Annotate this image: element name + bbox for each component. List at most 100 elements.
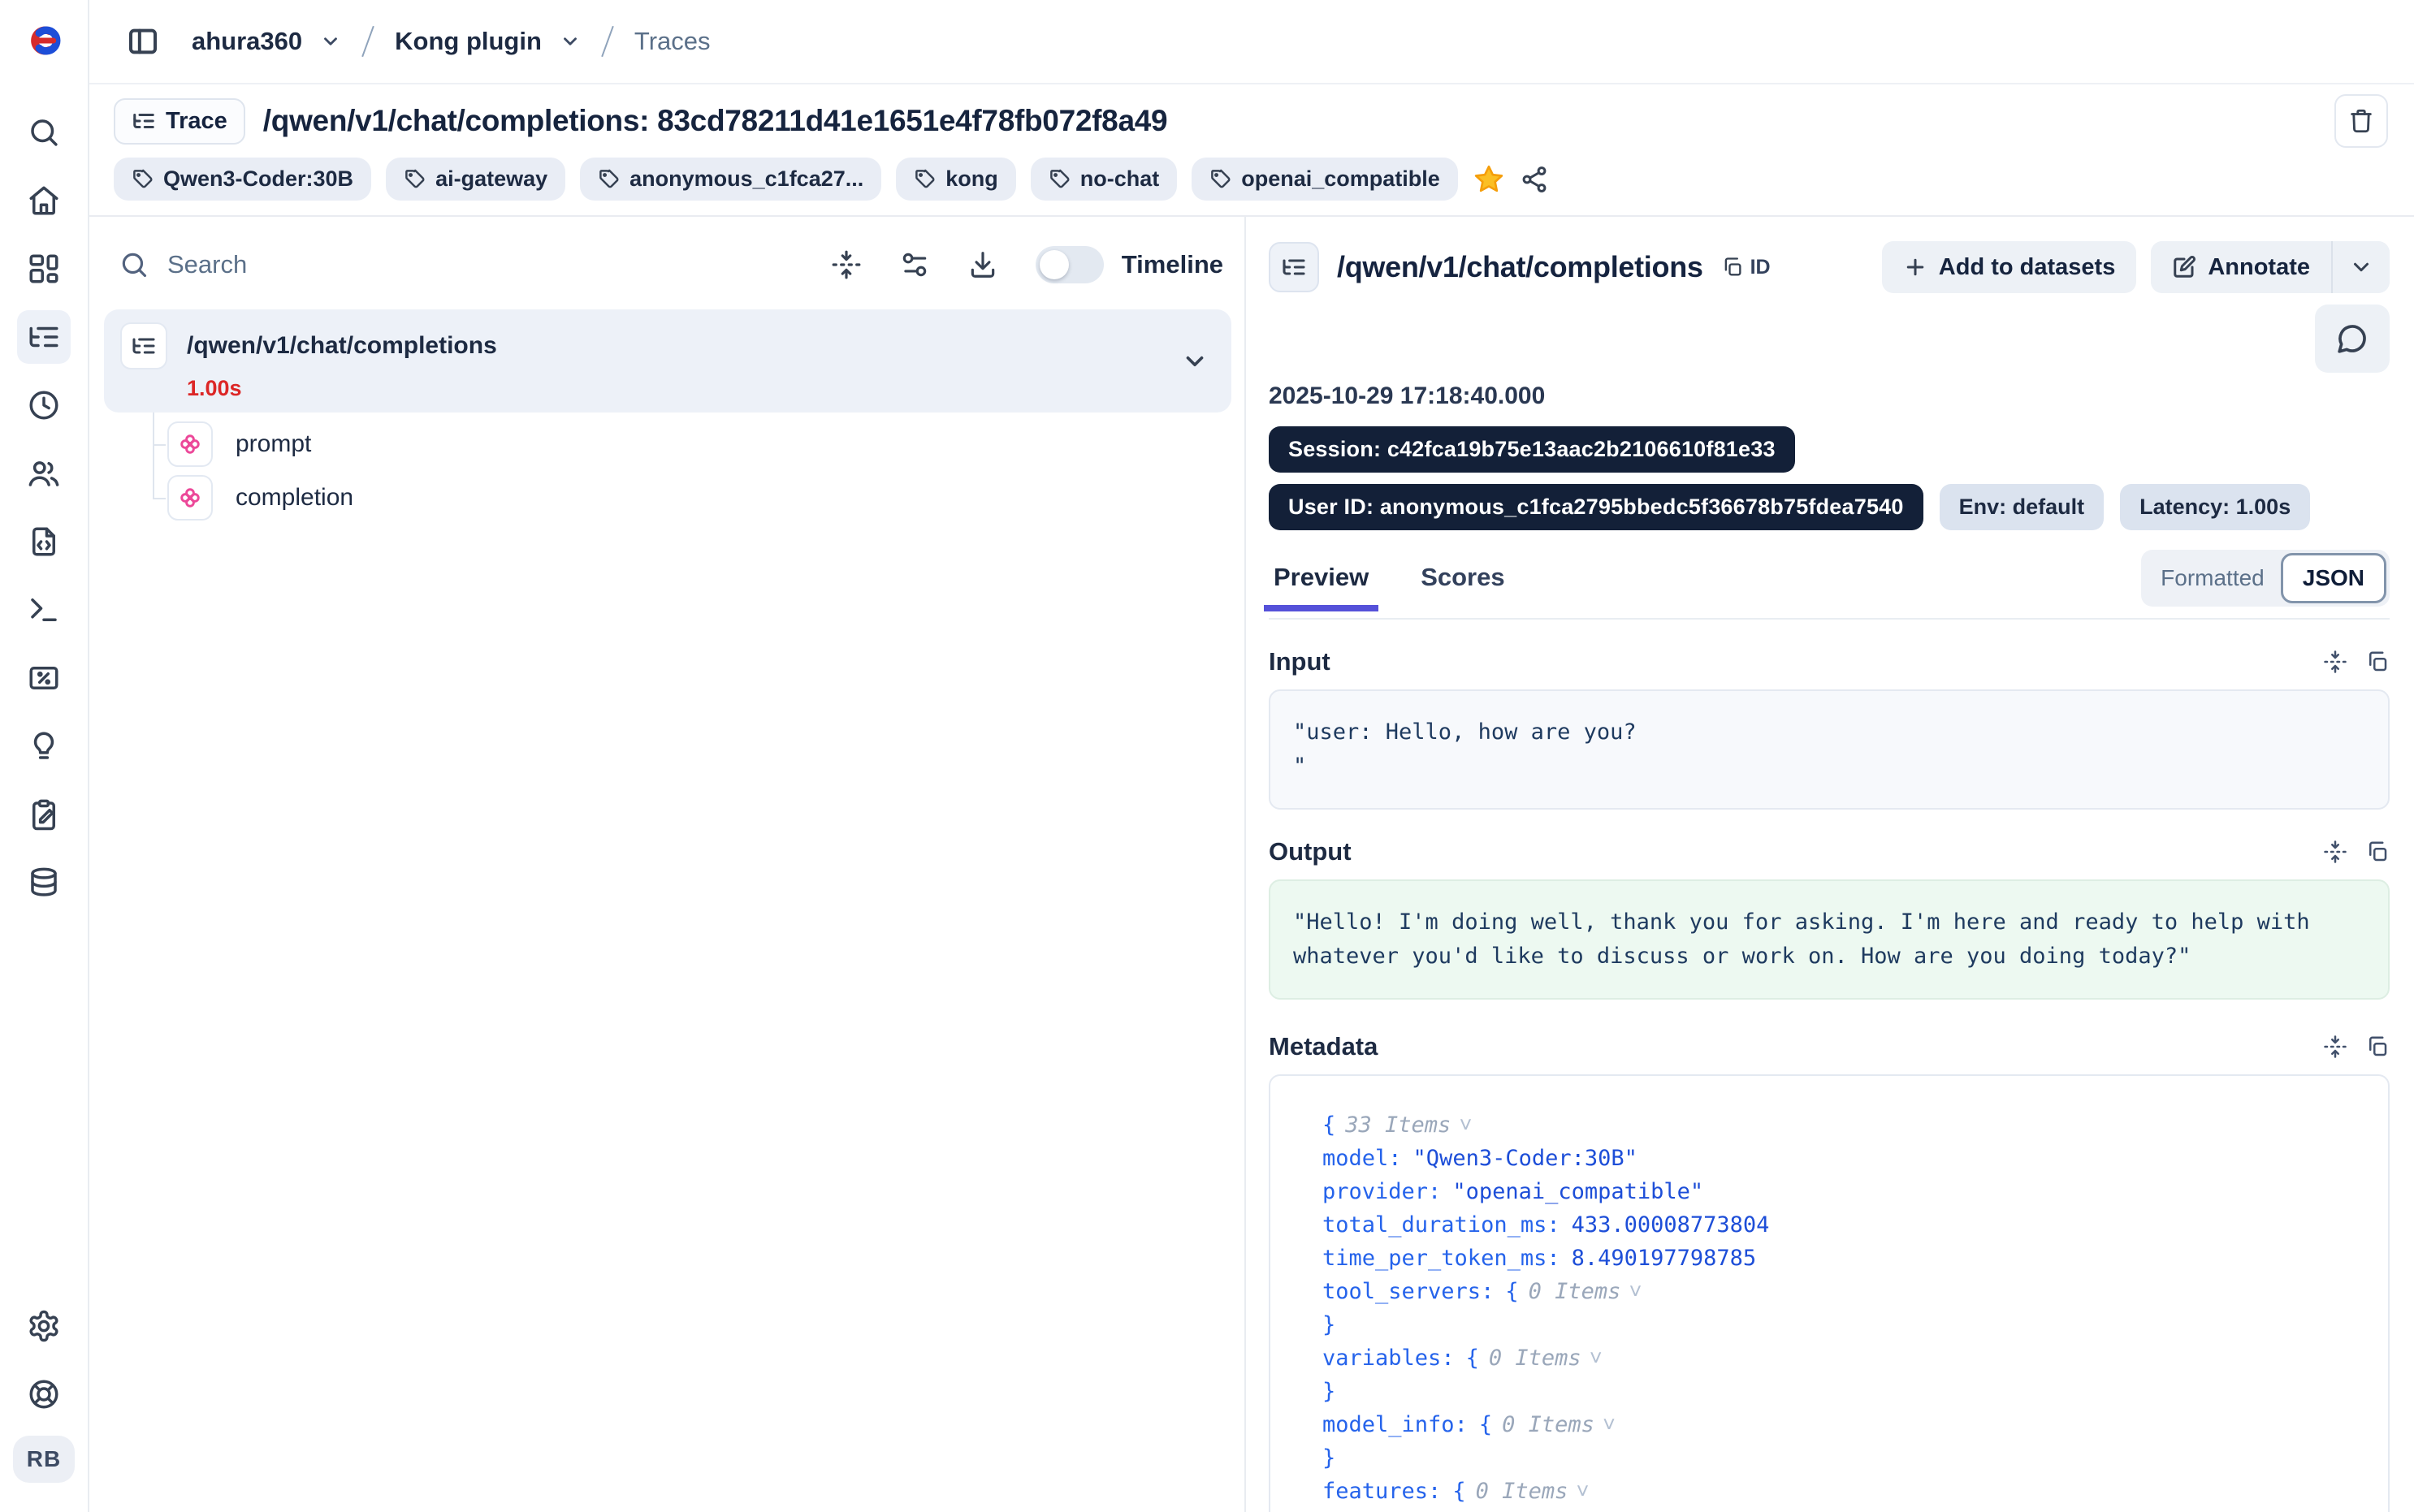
list-tree-icon <box>1281 254 1307 280</box>
trace-timestamp: 2025-10-29 17:18:40.000 <box>1269 382 2390 410</box>
latency-badge: Latency: 1.00s <box>2120 484 2310 530</box>
panel-left-icon <box>127 25 159 58</box>
copy-id-button[interactable]: ID <box>1721 256 1771 279</box>
annotate-button[interactable]: Annotate <box>2151 241 2331 293</box>
clipboard-pen-icon <box>27 797 61 832</box>
sidebar-item-settings[interactable] <box>17 1299 71 1353</box>
file-code-icon <box>27 525 61 559</box>
tab-scores[interactable]: Scores <box>1416 558 1509 610</box>
sidebar-item-scores[interactable] <box>17 651 71 705</box>
sidebar-item-insights[interactable] <box>17 719 71 773</box>
user-id-badge[interactable]: User ID: anonymous_c1fca2795bbedc5f36678… <box>1269 484 1923 530</box>
sidebar-item-playground[interactable] <box>17 583 71 637</box>
sidebar-item-dashboards[interactable] <box>17 242 71 296</box>
sidebar-item-prompts[interactable] <box>17 515 71 568</box>
output-section: Output "Hello! I'm doing well, thank you… <box>1269 837 2390 1000</box>
sliders-icon <box>899 249 930 280</box>
chevron-down-icon[interactable] <box>560 31 581 52</box>
metadata-line: {33 Items <box>1293 1108 2365 1142</box>
tree-settings-button[interactable] <box>899 249 930 280</box>
sidebar-item-datasets[interactable] <box>17 856 71 909</box>
event-clover-icon <box>177 431 203 457</box>
trace-tag[interactable]: ai-gateway <box>386 158 565 201</box>
tag-icon <box>1049 168 1071 190</box>
fold-vertical-icon <box>2323 650 2347 674</box>
metadata-line: features:{0 Items <box>1293 1475 2365 1508</box>
collapse-output-button[interactable] <box>2323 840 2347 864</box>
tree-search-input[interactable] <box>167 250 794 279</box>
share-button[interactable] <box>1520 165 1549 194</box>
fold-vertical-icon <box>2323 840 2347 864</box>
metadata-line: time_per_token_ms:8.490197798785 <box>1293 1242 2365 1275</box>
sidebar-item-tracing[interactable] <box>17 310 71 364</box>
database-icon <box>27 866 61 900</box>
collapse-node-button[interactable] <box>1181 348 1209 375</box>
trace-tag[interactable]: no-chat <box>1031 158 1178 201</box>
list-tree-icon <box>131 333 157 359</box>
tree-root-row[interactable]: /qwen/v1/chat/completions 1.00s <box>104 309 1231 413</box>
tree-root-label: /qwen/v1/chat/completions <box>187 332 497 360</box>
copy-input-button[interactable] <box>2365 650 2390 674</box>
breadcrumb-divider <box>361 26 374 57</box>
sidebar-item-users[interactable] <box>17 447 71 500</box>
sidebar-item-home[interactable] <box>17 174 71 227</box>
annotate-menu-button[interactable] <box>2331 241 2390 293</box>
collapse-all-button[interactable] <box>831 249 862 280</box>
trace-tag[interactable]: kong <box>896 158 1016 201</box>
timeline-toggle[interactable] <box>1036 246 1104 283</box>
trace-title: /qwen/v1/chat/completions: 83cd78211d41e… <box>263 104 1167 138</box>
trace-tag[interactable]: anonymous_c1fca27... <box>580 158 881 201</box>
add-to-datasets-button[interactable]: Add to datasets <box>1882 241 2137 293</box>
tag-icon <box>132 168 154 190</box>
copy-icon <box>1721 256 1744 279</box>
trace-tag[interactable]: openai_compatible <box>1192 158 1458 201</box>
format-formatted-option[interactable]: Formatted <box>2144 557 2281 599</box>
copy-metadata-button[interactable] <box>2365 1035 2390 1059</box>
sidebar-item-support[interactable] <box>17 1367 71 1421</box>
breadcrumb-project[interactable]: Kong plugin <box>395 27 542 56</box>
plus-icon <box>1903 255 1927 279</box>
timeline-label: Timeline <box>1122 250 1223 279</box>
tag-icon <box>404 168 426 190</box>
share-icon <box>1520 165 1549 194</box>
chevron-down-icon <box>1181 348 1209 375</box>
panel-toggle-button[interactable] <box>122 20 164 63</box>
sidebar-item-sessions[interactable] <box>17 378 71 432</box>
download-icon <box>967 249 998 280</box>
chevron-down-icon <box>2349 255 2373 279</box>
env-badge: Env: default <box>1940 484 2105 530</box>
terminal-icon <box>27 593 61 627</box>
tree-child-row[interactable]: prompt <box>104 417 1231 471</box>
breadcrumb-org[interactable]: ahura360 <box>192 27 302 56</box>
chevron-down-icon[interactable] <box>320 31 341 52</box>
copy-icon <box>2365 840 2390 864</box>
metadata-json-viewer[interactable]: {33 Items model:"Qwen3-Coder:30B" provid… <box>1269 1074 2390 1512</box>
format-json-option[interactable]: JSON <box>2281 553 2386 603</box>
copy-output-button[interactable] <box>2365 840 2390 864</box>
sidebar-item-search[interactable] <box>17 106 71 159</box>
metadata-heading: Metadata <box>1269 1032 1378 1061</box>
metadata-line: } <box>1293 1375 2365 1408</box>
delete-trace-button[interactable] <box>2334 94 2388 148</box>
sidebar-item-annotation[interactable] <box>17 788 71 841</box>
collapse-input-button[interactable] <box>2323 650 2347 674</box>
tree-child-row[interactable]: completion <box>104 471 1231 525</box>
dashboard-icon <box>27 252 61 286</box>
fold-vertical-icon <box>831 249 862 280</box>
collapse-metadata-button[interactable] <box>2323 1035 2347 1059</box>
trace-header: Trace /qwen/v1/chat/completions: 83cd782… <box>89 84 2414 217</box>
metadata-line: } <box>1293 1508 2365 1512</box>
metadata-line: tool_servers:{0 Items <box>1293 1275 2365 1308</box>
trace-tag[interactable]: Qwen3-Coder:30B <box>114 158 371 201</box>
trace-type-badge: Trace <box>114 98 245 145</box>
session-badge[interactable]: Session: c42fca19b75e13aac2b2106610f81e3… <box>1269 426 1795 473</box>
tree-root-duration: 1.00s <box>187 376 1210 401</box>
user-avatar[interactable]: RB <box>13 1436 75 1483</box>
list-tree-icon <box>132 109 156 133</box>
comments-button[interactable] <box>2315 305 2390 373</box>
breadcrumb-divider <box>601 26 614 57</box>
trace-node-icon-box <box>120 322 167 369</box>
download-button[interactable] <box>967 249 998 280</box>
bookmark-star-button[interactable] <box>1473 163 1505 196</box>
tab-preview[interactable]: Preview <box>1269 558 1374 610</box>
